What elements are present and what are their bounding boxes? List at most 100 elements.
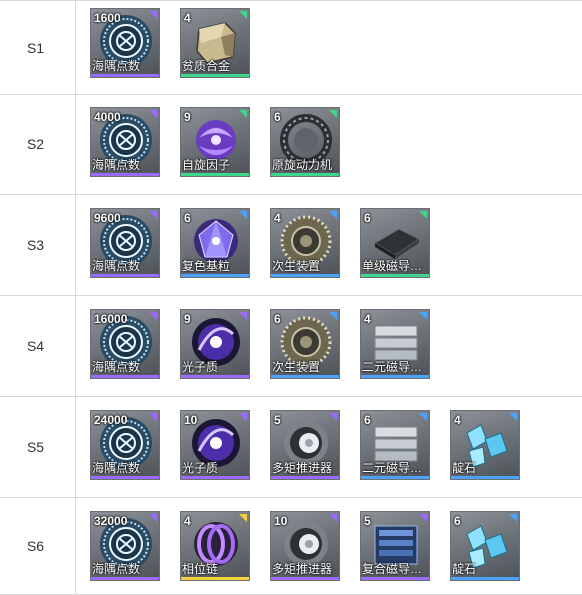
table-row: S6 32000 海隅点数 4 相位链 10 多矩推进器 5 复合磁导插… 6 靛石 <box>0 497 582 595</box>
reward-item[interactable]: 6 单级磁导插… <box>360 208 430 278</box>
reward-item[interactable]: 10 光子质 <box>180 410 250 480</box>
rarity-bar <box>181 577 249 580</box>
item-name: 二元磁导插… <box>362 461 428 475</box>
reward-item[interactable]: 4 二元磁导插… <box>360 309 430 379</box>
item-name: 海隅点数 <box>92 158 141 172</box>
stage-label: S6 <box>0 497 76 594</box>
reward-item[interactable]: 4 靛石 <box>450 410 520 480</box>
rarity-corner-icon <box>329 312 337 320</box>
item-name: 海隅点数 <box>92 461 141 475</box>
rarity-bar <box>91 173 159 176</box>
item-name: 多矩推进器 <box>272 562 333 576</box>
item-count: 5 <box>364 514 371 528</box>
rarity-bar <box>451 476 519 479</box>
rarity-bar <box>361 577 429 580</box>
reward-table: S1 1600 海隅点数 4 贫质合金 S2 4000 海隅点数 9 自旋因子 6 原旋动力… <box>0 0 582 595</box>
reward-item[interactable]: 5 多矩推进器 <box>270 410 340 480</box>
item-count: 1600 <box>94 11 121 25</box>
item-count: 4 <box>184 11 191 25</box>
rarity-bar <box>361 274 429 277</box>
rarity-bar <box>451 577 519 580</box>
item-name: 靛石 <box>452 461 477 475</box>
item-name: 复合磁导插… <box>362 562 428 576</box>
reward-item[interactable]: 32000 海隅点数 <box>90 511 160 581</box>
reward-item[interactable]: 9600 海隅点数 <box>90 208 160 278</box>
reward-item[interactable]: 5 复合磁导插… <box>360 511 430 581</box>
reward-item[interactable]: 4 次生装置 <box>270 208 340 278</box>
reward-item[interactable]: 4000 海隅点数 <box>90 107 160 177</box>
rarity-corner-icon <box>149 413 157 421</box>
item-name: 自旋因子 <box>182 158 231 172</box>
reward-item[interactable]: 6 二元磁导插… <box>360 410 430 480</box>
rarity-bar <box>271 375 339 378</box>
reward-item[interactable]: 4 相位链 <box>180 511 250 581</box>
item-name: 贫质合金 <box>182 59 231 73</box>
reward-item[interactable]: 6 次生装置 <box>270 309 340 379</box>
rarity-corner-icon <box>149 312 157 320</box>
rarity-corner-icon <box>149 211 157 219</box>
reward-item[interactable]: 6 靛石 <box>450 511 520 581</box>
rarity-corner-icon <box>239 514 247 522</box>
reward-item[interactable]: 16000 海隅点数 <box>90 309 160 379</box>
stage-label-text: S2 <box>26 135 45 152</box>
rarity-bar <box>91 577 159 580</box>
rarity-corner-icon <box>239 211 247 219</box>
reward-item[interactable]: 9 自旋因子 <box>180 107 250 177</box>
rarity-bar <box>361 476 429 479</box>
item-count: 6 <box>274 312 281 326</box>
item-name: 海隅点数 <box>92 562 141 576</box>
rarity-corner-icon <box>419 312 427 320</box>
rarity-corner-icon <box>239 110 247 118</box>
item-count: 10 <box>184 413 198 427</box>
reward-item[interactable]: 4 贫质合金 <box>180 8 250 78</box>
item-count: 4000 <box>94 110 121 124</box>
item-name: 原旋动力机 <box>272 158 333 172</box>
rarity-bar <box>91 274 159 277</box>
item-count: 9 <box>184 110 191 124</box>
reward-item[interactable]: 6 复色基粒 <box>180 208 250 278</box>
rarity-corner-icon <box>509 514 517 522</box>
rarity-bar <box>271 173 339 176</box>
rarity-corner-icon <box>149 514 157 522</box>
item-name: 次生装置 <box>272 360 321 374</box>
stage-label: S2 <box>0 93 76 194</box>
rarity-corner-icon <box>149 110 157 118</box>
reward-item[interactable]: 24000 海隅点数 <box>90 410 160 480</box>
item-count: 5 <box>274 413 281 427</box>
rarity-bar <box>181 74 249 77</box>
stage-label: S5 <box>0 396 76 497</box>
rarity-corner-icon <box>329 514 337 522</box>
rarity-bar <box>181 274 249 277</box>
item-name: 单级磁导插… <box>362 259 428 273</box>
item-count: 6 <box>274 110 281 124</box>
item-name: 复色基粒 <box>182 259 231 273</box>
item-name: 靛石 <box>452 562 477 576</box>
item-name: 海隅点数 <box>92 59 141 73</box>
item-name: 次生装置 <box>272 259 321 273</box>
rarity-corner-icon <box>419 514 427 522</box>
table-row: S5 24000 海隅点数 10 光子质 5 多矩推进器 6 二元磁导插… 4 靛石 <box>0 396 582 498</box>
item-count: 4 <box>364 312 371 326</box>
item-count: 9 <box>184 312 191 326</box>
reward-item[interactable]: 9 光子质 <box>180 309 250 379</box>
item-name: 多矩推进器 <box>272 461 333 475</box>
reward-item[interactable]: 1600 海隅点数 <box>90 8 160 78</box>
rarity-corner-icon <box>329 413 337 421</box>
rarity-bar <box>181 173 249 176</box>
stage-label-text: S4 <box>26 337 45 354</box>
reward-item[interactable]: 10 多矩推进器 <box>270 511 340 581</box>
item-count: 4 <box>184 514 191 528</box>
rarity-bar <box>271 577 339 580</box>
item-name: 相位链 <box>182 562 219 576</box>
stage-label-text: S6 <box>26 537 45 554</box>
rarity-corner-icon <box>239 312 247 320</box>
rarity-bar <box>361 375 429 378</box>
rarity-bar <box>91 375 159 378</box>
stage-label: S3 <box>0 194 76 295</box>
reward-item[interactable]: 6 原旋动力机 <box>270 107 340 177</box>
stage-label-text: S5 <box>26 438 45 455</box>
item-count: 9600 <box>94 211 121 225</box>
rarity-corner-icon <box>329 110 337 118</box>
item-name: 二元磁导插… <box>362 360 428 374</box>
item-count: 6 <box>454 514 461 528</box>
